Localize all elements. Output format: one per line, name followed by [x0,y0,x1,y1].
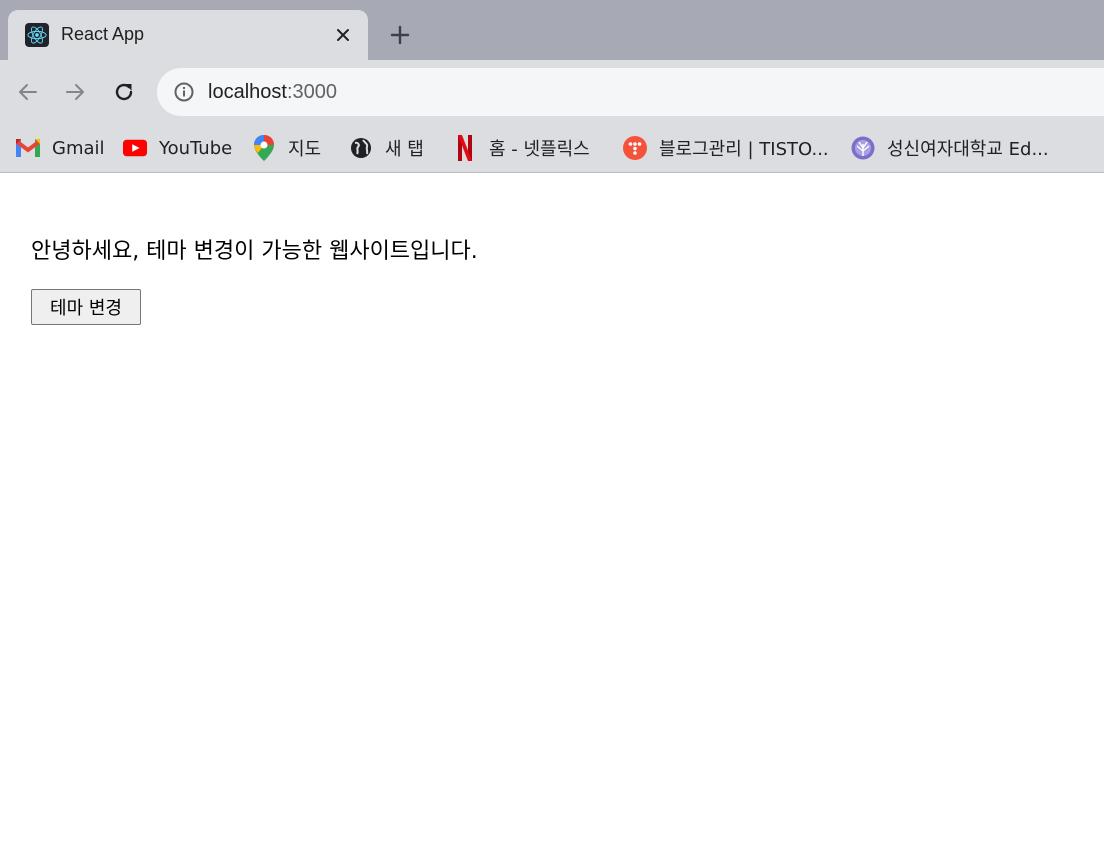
greeting-text: 안녕하세요, 테마 변경이 가능한 웹사이트입니다. [31,239,478,264]
bookmark-maps[interactable]: 지도 [252,132,321,164]
close-icon[interactable] [331,23,355,47]
browser-tab-active[interactable]: React App [8,10,368,60]
plus-icon[interactable] [386,21,414,49]
tistory-icon [623,136,647,160]
bookmark-label: Gmail [52,137,105,159]
bookmark-tistory[interactable]: 블로그관리 | TISTO... [623,132,829,164]
browser-toolbar: localhost:3000 [0,60,1104,124]
netflix-icon [453,135,477,161]
bookmark-label: YouTube [159,137,233,159]
bookmark-new-tab[interactable]: 새 탭 [349,132,424,164]
bookmark-label: 지도 [288,139,322,160]
reload-icon[interactable] [108,76,140,108]
youtube-icon [123,136,147,160]
react-logo-icon [25,23,49,47]
bookmark-label: 홈 - 넷플릭스 [489,139,590,160]
bookmark-label: 새 탭 [385,139,424,160]
bookmark-label: 성신여자대학교 Ed... [887,139,1049,160]
bookmark-netflix[interactable]: 홈 - 넷플릭스 [453,132,590,164]
university-logo-icon [851,136,875,160]
url-text[interactable]: localhost:3000 [208,81,337,104]
gmail-icon [16,136,40,160]
theme-toggle-button[interactable]: 테마 변경 [31,289,141,325]
bookmark-youtube[interactable]: YouTube [123,132,232,164]
url-host: localhost [208,81,287,103]
arrow-right-icon[interactable] [59,76,91,108]
bookmark-label: 블로그관리 | TISTO... [659,139,829,160]
bookmarks-bar: Gmail YouTube 지도 새 탭 홈 - 넷플릭스 블로그관리 | TI… [0,124,1104,173]
tab-strip: React App [0,0,1104,60]
bookmark-gmail[interactable]: Gmail [16,132,105,164]
page-content: 안녕하세요, 테마 변경이 가능한 웹사이트입니다. 테마 변경 [0,173,1104,867]
google-maps-pin-icon [252,135,276,161]
bookmark-sungshin[interactable]: 성신여자대학교 Ed... [851,132,1049,164]
globe-icon [349,136,373,160]
info-circle-icon[interactable] [173,81,195,103]
address-bar[interactable]: localhost:3000 [157,68,1104,116]
arrow-left-icon[interactable] [12,76,44,108]
tab-title: React App [61,24,145,44]
url-port: :3000 [286,81,337,103]
